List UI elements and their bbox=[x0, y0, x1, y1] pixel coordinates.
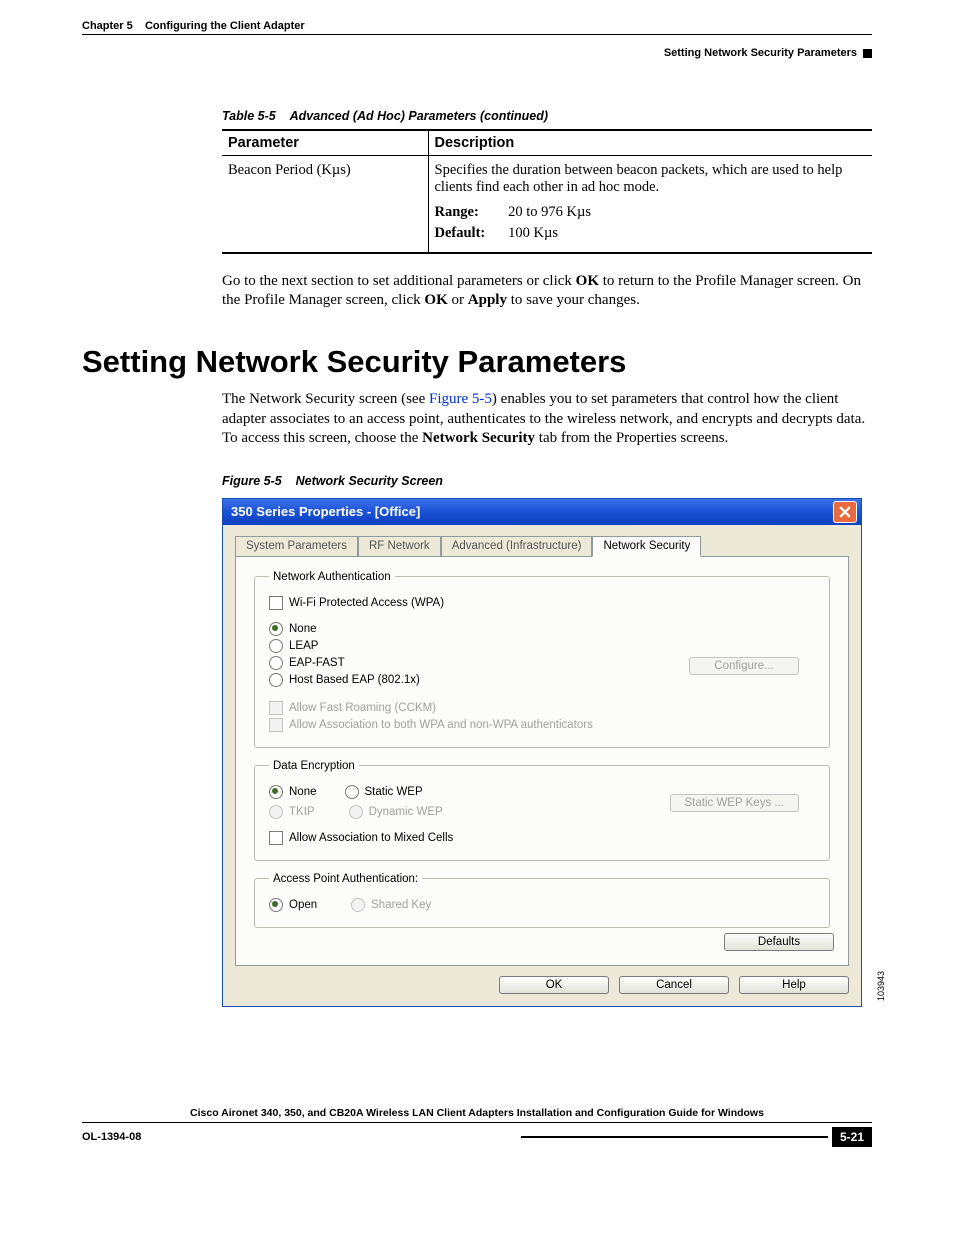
tab-rf-network[interactable]: RF Network bbox=[358, 536, 441, 557]
page-footer: Cisco Aironet 340, 350, and CB20A Wirele… bbox=[82, 1107, 872, 1147]
label-fastroam: Allow Fast Roaming (CCKM) bbox=[289, 702, 436, 714]
label-enc-static: Static WEP bbox=[365, 786, 423, 798]
label-leap: LEAP bbox=[289, 640, 318, 652]
range-value: 20 to 976 Kµs bbox=[508, 204, 591, 220]
label-enc-tkip: TKIP bbox=[289, 806, 315, 818]
dialog-titlebar: 350 Series Properties - [Office] bbox=[223, 499, 861, 525]
tab-system-parameters[interactable]: System Parameters bbox=[235, 536, 358, 557]
group-data-encryption: Data Encryption None Static WEP TKIP Dyn… bbox=[254, 760, 830, 861]
default-value: 100 Kµs bbox=[508, 225, 558, 241]
th-parameter: Parameter bbox=[222, 130, 428, 156]
th-description: Description bbox=[428, 130, 872, 156]
checkbox-wpa[interactable] bbox=[269, 596, 283, 610]
page-number-badge: 5-21 bbox=[832, 1127, 872, 1147]
label-mixed: Allow Association to Mixed Cells bbox=[289, 832, 453, 844]
default-label: Default: bbox=[435, 225, 505, 242]
tab-network-security[interactable]: Network Security bbox=[592, 536, 701, 557]
footer-bar bbox=[521, 1136, 828, 1138]
footer-doc-id: OL-1394-08 bbox=[82, 1131, 141, 1143]
chapter-title: Configuring the Client Adapter bbox=[145, 20, 305, 32]
header-section-right: Setting Network Security Parameters bbox=[664, 47, 872, 59]
image-id-label: 103943 bbox=[876, 971, 886, 1001]
table-caption: Table 5-5 Advanced (Ad Hoc) Parameters (… bbox=[222, 109, 872, 123]
cell-param: Beacon Period (Kµs) bbox=[222, 156, 428, 254]
radio-enc-none[interactable] bbox=[269, 785, 283, 799]
legend-ap-auth: Access Point Authentication: bbox=[269, 873, 422, 885]
label-wpa: Wi-Fi Protected Access (WPA) bbox=[289, 597, 444, 609]
radio-ap-shared bbox=[351, 898, 365, 912]
figure-link[interactable]: Figure 5-5 bbox=[429, 391, 492, 407]
checkbox-assoc-both bbox=[269, 718, 283, 732]
table-caption-title: Advanced (Ad Hoc) Parameters (continued) bbox=[290, 109, 548, 123]
close-button[interactable] bbox=[833, 501, 857, 523]
tab-row: System Parameters RF Network Advanced (I… bbox=[235, 535, 849, 556]
figure-caption: Figure 5-5 Network Security Screen bbox=[222, 474, 872, 488]
radio-leap[interactable] bbox=[269, 639, 283, 653]
header-section-text: Setting Network Security Parameters bbox=[664, 47, 857, 59]
ok-button[interactable]: OK bbox=[499, 976, 609, 994]
para-after-table: Go to the next section to set additional… bbox=[222, 272, 872, 310]
cancel-button[interactable]: Cancel bbox=[619, 976, 729, 994]
label-eapfast: EAP-FAST bbox=[289, 657, 345, 669]
properties-dialog: 350 Series Properties - [Office] System … bbox=[222, 498, 862, 1007]
tab-panel-security: Network Authentication Wi-Fi Protected A… bbox=[235, 556, 849, 966]
label-ap-shared: Shared Key bbox=[371, 899, 431, 911]
param-table: Parameter Description Beacon Period (Kµs… bbox=[222, 129, 872, 254]
defaults-button[interactable]: Defaults bbox=[724, 933, 834, 951]
static-wep-keys-button[interactable]: Static WEP Keys ... bbox=[670, 794, 800, 812]
chapter-label: Chapter 5 bbox=[82, 20, 133, 32]
close-icon bbox=[839, 506, 851, 518]
group-network-auth: Network Authentication Wi-Fi Protected A… bbox=[254, 571, 830, 748]
label-hosteap: Host Based EAP (802.1x) bbox=[289, 674, 420, 686]
figure-caption-num: Figure 5-5 bbox=[222, 474, 282, 488]
cell-desc: Specifies the duration between beacon pa… bbox=[428, 156, 872, 254]
radio-host-eap[interactable] bbox=[269, 673, 283, 687]
tab-advanced-infra[interactable]: Advanced (Infrastructure) bbox=[441, 536, 593, 557]
dialog-button-row: OK Cancel Help bbox=[235, 976, 849, 994]
group-ap-auth: Access Point Authentication: Open Shared… bbox=[254, 873, 830, 928]
radio-enc-static-wep[interactable] bbox=[345, 785, 359, 799]
table-caption-num: Table 5-5 bbox=[222, 109, 276, 123]
label-enc-dyn: Dynamic WEP bbox=[369, 806, 443, 818]
help-button[interactable]: Help bbox=[739, 976, 849, 994]
label-ap-open: Open bbox=[289, 899, 317, 911]
radio-none[interactable] bbox=[269, 622, 283, 636]
checkbox-fast-roaming bbox=[269, 701, 283, 715]
legend-network-auth: Network Authentication bbox=[269, 571, 395, 583]
square-icon bbox=[863, 49, 872, 58]
checkbox-mixed-cells[interactable] bbox=[269, 831, 283, 845]
table-row: Beacon Period (Kµs) Specifies the durati… bbox=[222, 156, 872, 254]
footer-guide-title: Cisco Aironet 340, 350, and CB20A Wirele… bbox=[82, 1107, 872, 1123]
label-none: None bbox=[289, 623, 317, 635]
label-assoc-both: Allow Association to both WPA and non-WP… bbox=[289, 719, 593, 731]
radio-enc-dynamic-wep bbox=[349, 805, 363, 819]
configure-button[interactable]: Configure... bbox=[689, 657, 799, 675]
section-heading: Setting Network Security Parameters bbox=[82, 344, 872, 380]
legend-data-encryption: Data Encryption bbox=[269, 760, 359, 772]
label-enc-none: None bbox=[289, 786, 317, 798]
radio-eap-fast[interactable] bbox=[269, 656, 283, 670]
radio-enc-tkip bbox=[269, 805, 283, 819]
desc-text: Specifies the duration between beacon pa… bbox=[435, 162, 867, 196]
range-label: Range: bbox=[435, 204, 505, 221]
radio-ap-open[interactable] bbox=[269, 898, 283, 912]
header-left: Chapter 5 Configuring the Client Adapter bbox=[82, 20, 305, 32]
figure-caption-title: Network Security Screen bbox=[296, 474, 443, 488]
intro-para: The Network Security screen (see Figure … bbox=[222, 390, 872, 448]
dialog-title: 350 Series Properties - [Office] bbox=[231, 504, 420, 519]
